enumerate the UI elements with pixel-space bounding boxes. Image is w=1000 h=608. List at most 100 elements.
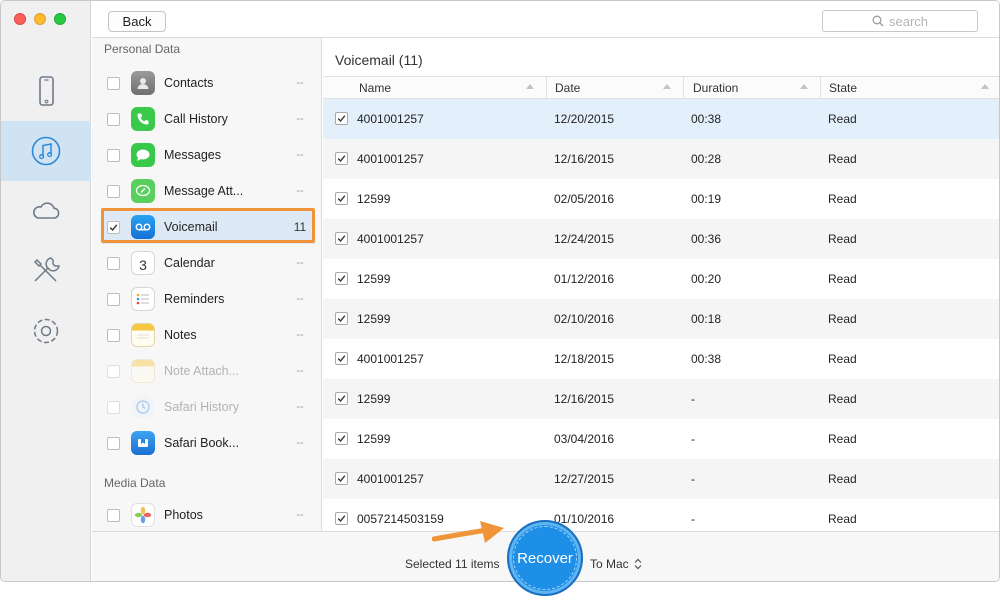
row-checkbox-checked[interactable] <box>335 392 348 405</box>
back-button[interactable]: Back <box>108 11 166 32</box>
table-row[interactable]: 12599 12/16/2015 - Read <box>323 379 999 419</box>
rail-item-settings[interactable] <box>1 301 91 361</box>
table-row[interactable]: 4001001257 12/18/2015 00:38 Read <box>323 339 999 379</box>
category-checkbox[interactable] <box>107 112 120 126</box>
cell-name: 0057214503159 <box>357 512 444 526</box>
section-title-media: Media Data <box>104 476 166 490</box>
category-checkbox[interactable] <box>107 328 120 342</box>
category-checkbox[interactable] <box>107 508 120 522</box>
row-checkbox-checked[interactable] <box>335 232 348 245</box>
category-label: Photos <box>164 508 203 522</box>
row-checkbox-checked[interactable] <box>335 472 348 485</box>
category-reminders[interactable]: Reminders -- <box>102 282 315 316</box>
search-input[interactable]: search <box>822 10 978 32</box>
category-safari-bookmarks[interactable]: Safari Book... -- <box>102 426 315 460</box>
recover-button[interactable]: Recover <box>507 520 583 596</box>
cell-name: 4001001257 <box>357 152 424 166</box>
category-checkbox[interactable] <box>107 256 120 270</box>
reminders-icon <box>131 287 155 311</box>
row-checkbox-checked[interactable] <box>335 192 348 205</box>
category-checkbox[interactable] <box>107 292 120 306</box>
category-count: -- <box>296 293 304 305</box>
category-message-attachments[interactable]: Message Att... -- <box>102 174 315 208</box>
window-controls <box>14 13 66 25</box>
table-row[interactable]: 12599 03/04/2016 - Read <box>323 419 999 459</box>
category-count: -- <box>296 77 304 89</box>
column-header-duration[interactable]: Duration <box>684 77 821 98</box>
column-header-name[interactable]: Name <box>323 77 547 98</box>
row-checkbox-checked[interactable] <box>335 352 348 365</box>
chevron-updown-icon <box>634 558 642 570</box>
table-row[interactable]: 4001001257 12/16/2015 00:28 Read <box>323 139 999 179</box>
cell-duration: - <box>691 392 695 406</box>
table-row[interactable]: 4001001257 12/20/2015 00:38 Read <box>323 99 999 139</box>
cell-name: 4001001257 <box>357 352 424 366</box>
checkmark-icon <box>337 275 346 283</box>
zoom-window-button[interactable] <box>54 13 66 25</box>
category-checkbox-checked[interactable] <box>107 220 120 234</box>
table-row[interactable]: 12599 01/12/2016 00:20 Read <box>323 259 999 299</box>
category-checkbox <box>107 400 120 414</box>
rail-item-icloud[interactable] <box>1 181 91 241</box>
column-header-state[interactable]: State <box>821 77 999 98</box>
row-checkbox-checked[interactable] <box>335 312 348 325</box>
minimize-window-button[interactable] <box>34 13 46 25</box>
rail-item-tools[interactable] <box>1 241 91 301</box>
checkmark-icon <box>109 223 118 231</box>
cell-duration: 00:19 <box>691 192 722 206</box>
panel-title: Voicemail (11) <box>335 52 423 68</box>
search-placeholder: search <box>888 13 929 29</box>
category-voicemail[interactable]: Voicemail 11 <box>102 210 315 244</box>
category-contacts[interactable]: Contacts -- <box>102 66 315 100</box>
category-label: Calendar <box>164 256 215 270</box>
checkmark-icon <box>337 435 346 443</box>
checkmark-icon <box>337 315 346 323</box>
calendar-day: 3 <box>139 256 147 273</box>
category-label: Notes <box>164 328 197 342</box>
category-label: Message Att... <box>164 184 244 198</box>
destination-select[interactable]: To Mac <box>590 557 642 571</box>
category-call-history[interactable]: Call History -- <box>102 102 315 136</box>
table-row[interactable]: 12599 02/05/2016 00:19 Read <box>323 179 999 219</box>
close-window-button[interactable] <box>14 13 26 25</box>
category-checkbox <box>107 364 120 378</box>
category-photos[interactable]: Photos -- <box>102 498 315 532</box>
cell-date: 12/20/2015 <box>554 112 615 126</box>
rail-item-itunes[interactable] <box>1 121 91 181</box>
category-checkbox[interactable] <box>107 436 120 450</box>
row-checkbox-checked[interactable] <box>335 272 348 285</box>
row-checkbox-checked[interactable] <box>335 432 348 445</box>
rail-item-device[interactable] <box>1 61 91 121</box>
table-header: Name Date Duration State <box>323 76 999 99</box>
category-checkbox[interactable] <box>107 184 120 198</box>
table-row[interactable]: 4001001257 12/27/2015 - Read <box>323 459 999 499</box>
category-calendar[interactable]: 3 Calendar -- <box>102 246 315 280</box>
table-row[interactable]: 4001001257 12/24/2015 00:36 Read <box>323 219 999 259</box>
cell-name: 4001001257 <box>357 232 424 246</box>
pointer-arrow-icon <box>432 521 504 543</box>
table-row[interactable]: 0057214503159 01/10/2016- Read <box>323 499 999 531</box>
row-checkbox-checked[interactable] <box>335 152 348 165</box>
category-checkbox[interactable] <box>107 76 120 90</box>
table-row[interactable]: 12599 02/10/2016 00:18 Read <box>323 299 999 339</box>
cell-duration: 00:20 <box>691 272 722 286</box>
cell-state: Read <box>828 312 857 326</box>
cell-date: 12/16/2015 <box>554 152 615 166</box>
category-note-attachments: Note Attach... -- <box>102 354 315 388</box>
category-notes[interactable]: Notes -- <box>102 318 315 352</box>
sort-arrow-icon <box>800 84 808 89</box>
column-header-date[interactable]: Date <box>547 77 684 98</box>
row-checkbox-checked[interactable] <box>335 512 348 525</box>
category-checkbox[interactable] <box>107 148 120 162</box>
category-messages[interactable]: Messages -- <box>102 138 315 172</box>
cell-duration: - <box>691 432 695 446</box>
cell-name: 4001001257 <box>357 112 424 126</box>
voicemail-panel: Voicemail (11) Name Date Duration State … <box>323 38 999 531</box>
category-count: -- <box>296 365 304 377</box>
cell-date: 12/27/2015 <box>554 472 615 486</box>
category-list: Personal Data Contacts -- Call History -… <box>92 38 322 531</box>
cell-state: Read <box>828 472 857 486</box>
cell-date: 02/05/2016 <box>554 192 615 206</box>
cell-state: Read <box>828 352 857 366</box>
row-checkbox-checked[interactable] <box>335 112 348 125</box>
